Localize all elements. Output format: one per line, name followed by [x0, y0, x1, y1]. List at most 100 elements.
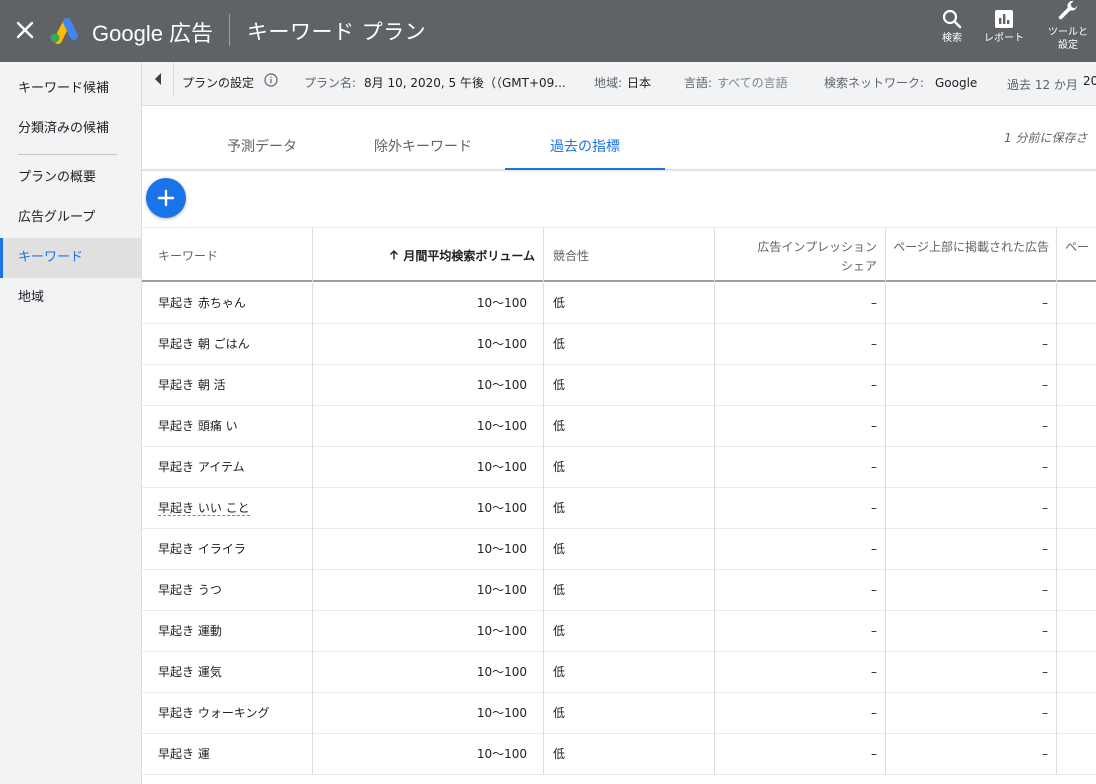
sidebar-item-grouped-ideas[interactable]: 分類済みの候補 [0, 109, 141, 149]
report-button[interactable]: レポート [980, 8, 1028, 45]
plan-name-value[interactable]: 8月 10, 2020, 5 午後（（GMT+09... [364, 74, 566, 91]
top-of-page-cell-text: – [1042, 624, 1048, 638]
top-of-page-cell: – [886, 734, 1057, 775]
keyword-cell-text: 早起き ウォーキング [158, 706, 270, 720]
keyword-cell[interactable]: 早起き 朝 活 [142, 365, 313, 406]
column-header-keyword-label: キーワード [158, 249, 219, 263]
top-of-page-high-cell [1057, 447, 1096, 488]
sidebar-item-locations[interactable]: 地域 [0, 278, 141, 318]
tab-forecast[interactable]: 予測データ [227, 136, 297, 156]
top-of-page-cell: – [886, 406, 1057, 447]
impression-share-cell: – [715, 570, 886, 611]
collapse-sidebar-button[interactable] [142, 62, 174, 96]
keyword-cell[interactable]: 早起き いい こと [142, 488, 313, 529]
keyword-cell-text: 早起き イライラ [158, 542, 246, 556]
network-value[interactable]: Google [935, 76, 977, 90]
region-value[interactable]: 日本 [627, 74, 651, 91]
keyword-cell[interactable]: 早起き アイテム [142, 447, 313, 488]
close-icon[interactable] [14, 19, 36, 41]
top-of-page-high-cell [1057, 529, 1096, 570]
search-label: 検索 [942, 33, 962, 44]
competition-cell: 低 [544, 693, 715, 734]
table-row[interactable]: 早起き うつ 10～100 低 – – [142, 570, 1096, 611]
impression-share-cell-text: – [871, 460, 877, 474]
volume-cell: 10～100 [313, 283, 544, 324]
top-of-page-cell-text: – [1042, 747, 1048, 761]
column-header-competition-label: 競合性 [553, 249, 590, 263]
volume-cell: 10～100 [313, 406, 544, 447]
keyword-cell[interactable]: 早起き 赤ちゃん [142, 283, 313, 324]
period-value[interactable]: 20 [1083, 74, 1096, 88]
table-row[interactable]: 早起き 朝 活 10～100 低 – – [142, 365, 1096, 406]
keyword-cell[interactable]: 早起き ウォーキング [142, 693, 313, 734]
table-row[interactable]: 早起き 赤ちゃん 10～100 低 – – [142, 283, 1096, 324]
table-row[interactable]: 早起き アイテム 10～100 低 – – [142, 447, 1096, 488]
column-header-competition[interactable]: 競合性 [544, 228, 715, 282]
keyword-cell[interactable]: 早起き 頭痛 い [142, 406, 313, 447]
sidebar-divider [18, 154, 117, 155]
table-row[interactable]: 早起き 運 10～100 低 – – [142, 734, 1096, 775]
wrench-icon [1058, 0, 1078, 20]
top-of-page-cell-text: – [1042, 296, 1048, 310]
sidebar-item-keyword-ideas[interactable]: キーワード候補 [0, 69, 141, 109]
tab-negative-keywords[interactable]: 除外キーワード [374, 136, 472, 156]
column-header-top-of-page-bid-high[interactable]: ペー [1057, 228, 1096, 282]
tools-label-line2: 設定 [1058, 40, 1078, 51]
top-of-page-cell: – [886, 447, 1057, 488]
volume-cell-text: 10～100 [476, 296, 527, 310]
keyword-cell[interactable]: 早起き 運 [142, 734, 313, 775]
competition-cell: 低 [544, 406, 715, 447]
column-header-keyword[interactable]: キーワード [142, 228, 313, 282]
keyword-cell-text: 早起き うつ [158, 583, 222, 597]
table-row[interactable]: 早起き ウォーキング 10～100 低 – – [142, 693, 1096, 734]
tools-settings-button[interactable]: ツールと 設定 [1046, 0, 1090, 52]
saved-status: 1 分前に保存さ [1004, 131, 1088, 145]
keyword-cell[interactable]: 早起き 運動 [142, 611, 313, 652]
volume-cell: 10～100 [313, 570, 544, 611]
plan-name-label: プラン名: [304, 76, 357, 90]
sidebar-item-ad-groups[interactable]: 広告グループ [0, 198, 141, 238]
language-value[interactable]: すべての言語 [717, 74, 788, 91]
column-header-volume-label: 月間平均検索ボリューム [388, 247, 535, 264]
plus-icon [157, 189, 175, 207]
search-button[interactable]: 検索 [938, 8, 966, 45]
volume-cell: 10～100 [313, 447, 544, 488]
network-label: 検索ネットワーク: [824, 76, 925, 90]
keyword-cell-text: 早起き 赤ちゃん [158, 296, 246, 310]
competition-cell-text: 低 [553, 501, 566, 515]
period-label: 過去 12 か月 [1007, 78, 1078, 92]
keyword-cell[interactable]: 早起き イライラ [142, 529, 313, 570]
table-row[interactable]: 早起き 運気 10～100 低 – – [142, 652, 1096, 693]
plan-settings-title[interactable]: プランの設定 [182, 74, 254, 91]
competition-cell-text: 低 [553, 583, 566, 597]
table-row[interactable]: 早起き 頭痛 い 10～100 低 – – [142, 406, 1096, 447]
table-row[interactable]: 早起き 運動 10～100 低 – – [142, 611, 1096, 652]
impression-share-cell: – [715, 365, 886, 406]
sidebar-item-keywords[interactable]: キーワード [0, 238, 141, 278]
keyword-cell[interactable]: 早起き 朝 ごはん [142, 324, 313, 365]
column-header-impression-share[interactable]: 広告インプレッション シェア [715, 228, 886, 282]
impression-share-cell-text: – [871, 419, 877, 433]
keyword-cell-text: 早起き 朝 ごはん [158, 337, 250, 351]
impression-share-cell-text: – [871, 337, 877, 351]
table-row[interactable]: 早起き イライラ 10～100 低 – – [142, 529, 1096, 570]
keyword-cell-text: 早起き 頭痛 い [158, 419, 238, 433]
info-icon[interactable] [264, 73, 278, 90]
add-keyword-button[interactable] [146, 178, 186, 218]
volume-cell-text: 10～100 [476, 460, 527, 474]
sidebar-item-plan-overview[interactable]: プランの概要 [0, 158, 141, 198]
table-row[interactable]: 早起き 朝 ごはん 10～100 低 – – [142, 324, 1096, 365]
volume-cell: 10～100 [313, 488, 544, 529]
table-row[interactable]: 早起き いい こと 10～100 低 – – [142, 488, 1096, 529]
competition-cell-text: 低 [553, 542, 566, 556]
column-header-top-of-page-bid[interactable]: ページ上部に掲載された広告 [886, 228, 1057, 282]
keyword-cell[interactable]: 早起き 運気 [142, 652, 313, 693]
keyword-cell[interactable]: 早起き うつ [142, 570, 313, 611]
impression-share-cell: – [715, 693, 886, 734]
competition-cell: 低 [544, 734, 715, 775]
volume-cell-text: 10～100 [476, 419, 527, 433]
top-of-page-cell-text: – [1042, 542, 1048, 556]
tab-historical-metrics[interactable]: 過去の指標 [550, 136, 620, 156]
top-of-page-cell-text: – [1042, 665, 1048, 679]
column-header-volume[interactable]: 月間平均検索ボリューム [313, 228, 544, 282]
